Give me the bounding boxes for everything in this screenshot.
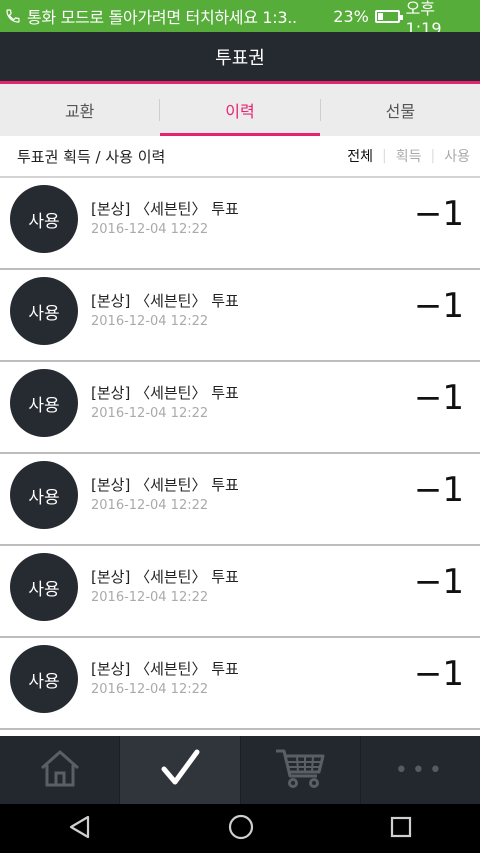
filter-all[interactable]: 전체 — [347, 146, 373, 166]
item-date: 2016-12-04 12:22 — [91, 406, 209, 421]
history-list: 사용 [본상] 〈세븐틴〉 투표 2016-12-04 12:22 −1 사용 … — [0, 178, 480, 730]
list-item[interactable]: 사용 [본상] 〈세븐틴〉 투표 2016-12-04 12:22 −1 — [0, 362, 480, 454]
list-item[interactable]: 사용 [본상] 〈세븐틴〉 투표 2016-12-04 12:22 −1 — [0, 270, 480, 362]
item-amount: −1 — [413, 654, 464, 694]
tab-bar: 교환 이력 선물 — [0, 84, 480, 136]
item-amount: −1 — [413, 562, 464, 602]
item-date: 2016-12-04 12:22 — [91, 590, 209, 605]
phone-icon — [0, 0, 27, 32]
item-amount: −1 — [413, 194, 464, 234]
recents-icon[interactable] — [389, 815, 413, 843]
home-circle-icon[interactable] — [227, 813, 255, 845]
page-title: 투표권 — [215, 47, 265, 69]
bottom-nav: ••• — [0, 736, 480, 804]
list-item[interactable]: 사용 [본상] 〈세븐틴〉 투표 2016-12-04 12:22 −1 — [0, 454, 480, 546]
list-item[interactable]: 사용 [본상] 〈세븐틴〉 투표 2016-12-04 12:22 −1 — [0, 546, 480, 638]
list-item[interactable]: 사용 [본상] 〈세븐틴〉 투표 2016-12-04 12:22 −1 — [0, 638, 480, 730]
item-amount: −1 — [413, 286, 464, 326]
cart-icon — [273, 746, 327, 794]
system-nav-bar — [0, 804, 480, 853]
list-item[interactable]: 사용 [본상] 〈세븐틴〉 투표 2016-12-04 12:22 −1 — [0, 178, 480, 270]
tab-exchange[interactable]: 교환 — [0, 84, 159, 136]
nav-home[interactable] — [0, 736, 121, 804]
battery-percent: 23% — [333, 6, 369, 26]
nav-vote[interactable] — [120, 736, 241, 804]
more-icon: ••• — [394, 757, 446, 783]
item-title: [본상] 〈세븐틴〉 투표 — [91, 384, 239, 402]
item-title: [본상] 〈세븐틴〉 투표 — [91, 200, 239, 218]
return-to-call-text[interactable]: 통화 모드로 돌아가려면 터치하세요 1:3.. — [27, 4, 333, 28]
check-icon — [158, 746, 202, 794]
nav-shop[interactable] — [241, 736, 361, 804]
item-title: [본상] 〈세븐틴〉 투표 — [91, 568, 239, 586]
filter-used[interactable]: 사용 — [444, 146, 470, 166]
filter-divider: | — [430, 148, 436, 164]
usage-badge: 사용 — [10, 461, 78, 529]
tab-history[interactable]: 이력 — [160, 84, 320, 136]
item-title: [본상] 〈세븐틴〉 투표 — [91, 660, 239, 678]
usage-badge: 사용 — [10, 277, 78, 345]
item-title: [본상] 〈세븐틴〉 투표 — [91, 476, 239, 494]
item-date: 2016-12-04 12:22 — [91, 682, 209, 697]
nav-more[interactable]: ••• — [361, 736, 480, 804]
item-date: 2016-12-04 12:22 — [91, 314, 209, 329]
back-icon[interactable] — [67, 814, 93, 844]
usage-badge: 사용 — [10, 645, 78, 713]
history-section-header: 투표권 획득 / 사용 이력 전체 | 획득 | 사용 — [0, 136, 480, 178]
filter-earned[interactable]: 획득 — [396, 146, 422, 166]
item-title: [본상] 〈세븐틴〉 투표 — [91, 292, 239, 310]
item-amount: −1 — [413, 470, 464, 510]
home-icon — [38, 746, 82, 794]
usage-badge: 사용 — [10, 185, 78, 253]
status-bar[interactable]: 통화 모드로 돌아가려면 터치하세요 1:3.. 23% 오후 1:19 — [0, 0, 480, 38]
app-header: 투표권 — [0, 32, 480, 81]
filter-divider: | — [382, 148, 387, 164]
usage-badge: 사용 — [10, 553, 78, 621]
item-date: 2016-12-04 12:22 — [91, 498, 209, 513]
battery-icon — [374, 9, 403, 23]
tab-gift[interactable]: 선물 — [321, 84, 480, 136]
usage-badge: 사용 — [10, 369, 78, 437]
item-date: 2016-12-04 12:22 — [91, 222, 209, 237]
item-amount: −1 — [413, 378, 464, 418]
section-title: 투표권 획득 / 사용 이력 — [17, 147, 166, 166]
history-filters: 전체 | 획득 | 사용 — [347, 146, 480, 166]
